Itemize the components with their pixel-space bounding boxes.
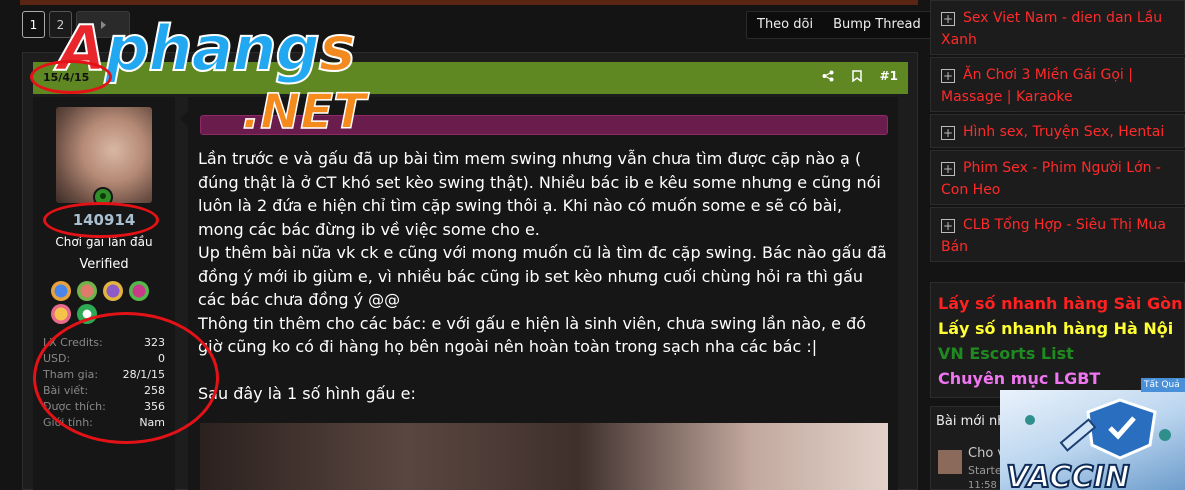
sidebar-item[interactable]: + CLB Tổng Hợp - Siêu Thị Mua Bán [930,207,1185,262]
vaccine-illustration-icon [1025,398,1171,460]
quick-link-saigon[interactable]: Lấy số nhanh hàng Sài Gòn [938,294,1183,313]
ad-headline: VACCIN [1005,459,1131,490]
badge-icon[interactable] [51,281,71,301]
quick-link-escorts[interactable]: VN Escorts List [938,344,1074,363]
post-paragraph: Thông tin thêm cho các bác: e với gấu e … [198,313,872,357]
badge-icon[interactable] [51,304,71,324]
sidebar-item-label: CLB Tổng Hợp - Siêu Thị Mua Bán [941,217,1166,255]
annotation-ellipse [33,312,219,444]
badge-icon[interactable] [77,281,97,301]
sidebar-item-label: Hình sex, Truyện Sex, Hentai [963,124,1165,140]
site-logo[interactable]: Aphangs .NET [57,13,418,144]
post-paragraph: Sau đây là 1 số hình gấu e: [198,384,416,403]
post-number[interactable]: #1 [880,69,898,83]
post-body: Lần trước e và gấu đã up bài tìm mem swi… [180,97,898,490]
sidebar-item-label: Sex Viet Nam - dien dan Lầu Xanh [941,10,1163,48]
new-post-time: 11:58 [968,480,997,490]
quick-link-hanoi[interactable]: Lấy số nhanh hàng Hà Nội [938,319,1173,338]
sidebar-item[interactable]: + Ăn Chơi 3 Miền Gái Gọi | Massage | Kara… [930,57,1185,112]
follow-button[interactable]: Theo dõi [747,12,823,38]
plus-icon: + [941,219,955,233]
post-image[interactable] [200,423,888,490]
avatar[interactable] [938,450,962,474]
post-paragraph [198,359,888,383]
logo-suffix: .NET [241,83,366,141]
sidebar-item-label: Ăn Chơi 3 Miền Gái Gọi | Massage | Karao… [941,67,1133,105]
ad-tag[interactable]: Tất Quả [1141,378,1185,392]
post-paragraph: Up thêm bài nữa vk ck e cũng với mong mu… [198,243,892,309]
thread-actions: Theo dõi Bump Thread [746,11,932,39]
post-message: Lần trước e và gấu đã up bài tìm mem swi… [198,147,888,406]
share-icon[interactable] [822,70,834,82]
quick-link-lgbt[interactable]: Chuyên mục LGBT [938,369,1100,388]
plus-icon: + [941,126,955,140]
post-paragraph: Lần trước e và gấu đã up bài tìm mem swi… [198,149,886,239]
plus-icon: + [941,12,955,26]
page-1-button[interactable]: 1 [22,11,45,38]
new-post-starter: Starte [968,464,1002,477]
user-verified-label: Verified [79,257,129,272]
post-header-actions: #1 [822,69,898,83]
bookmark-icon[interactable] [851,70,862,82]
badge-icon[interactable] [103,281,123,301]
plus-icon: + [941,162,955,176]
annotation-ellipse [43,202,159,238]
sidebar-item[interactable]: + Hình sex, Truyện Sex, Hentai [930,114,1185,148]
plus-icon: + [941,69,955,83]
top-accent-strip [20,0,918,5]
sidebar-item[interactable]: + Phim Sex - Phim Người Lớn - Con Heo [930,150,1185,205]
ad-banner[interactable]: VACCIN [1000,390,1185,490]
annotation-ellipse [30,60,112,94]
bump-thread-button[interactable]: Bump Thread [823,12,931,38]
sidebar-item[interactable]: + Sex Viet Nam - dien dan Lầu Xanh [930,0,1185,55]
new-posts-title: Bài mới nh [936,414,1006,429]
badge-icon[interactable] [129,281,149,301]
sidebar-item-label: Phim Sex - Phim Người Lớn - Con Heo [941,160,1161,198]
